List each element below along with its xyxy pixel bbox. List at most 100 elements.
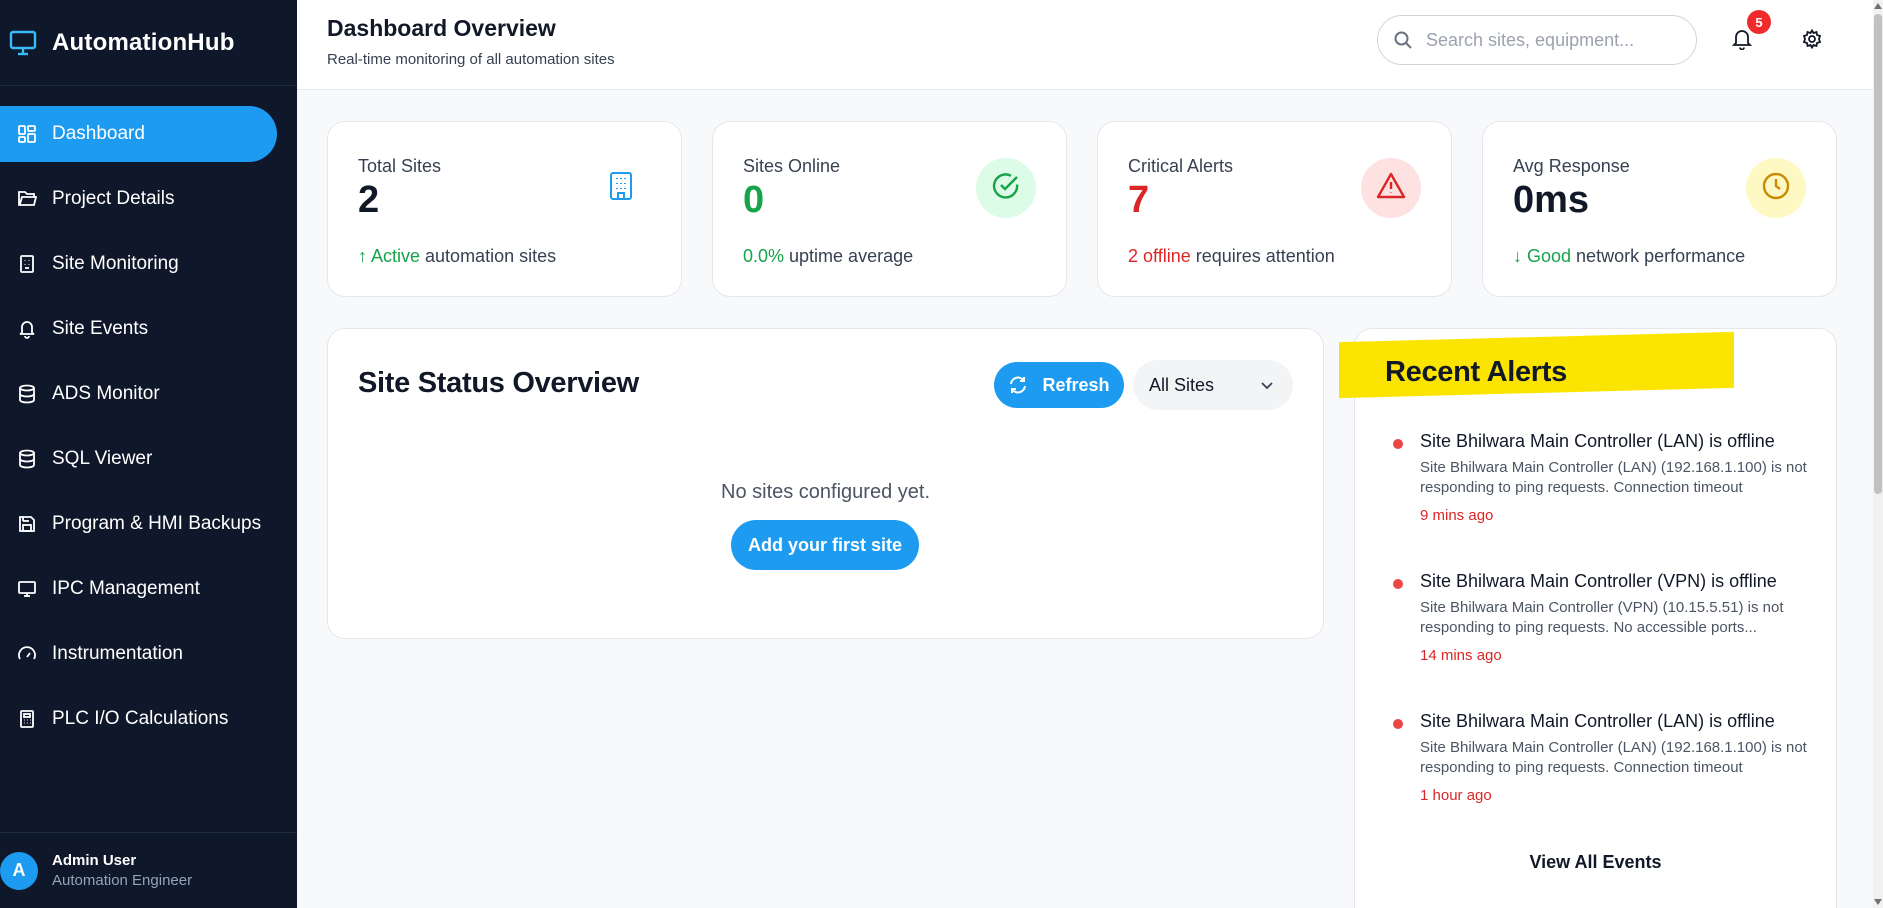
stat-card-avg-response: Avg Response 0ms ↓ Good network performa… — [1482, 121, 1837, 297]
app-name: AutomationHub — [52, 28, 235, 56]
brand[interactable]: AutomationHub — [0, 0, 297, 86]
search-input[interactable] — [1426, 29, 1666, 51]
alert-time: 14 mins ago — [1420, 647, 1502, 664]
avatar: A — [0, 851, 38, 890]
stat-value: 7 — [1128, 179, 1150, 221]
save-icon — [16, 513, 38, 535]
sidebar-item-label: ADS Monitor — [52, 383, 160, 404]
sidebar-item-ipc-management[interactable]: IPC Management — [0, 561, 277, 617]
sidebar-item-label: Project Details — [52, 188, 175, 209]
stat-label: Sites Online — [743, 156, 841, 176]
stat-icon-box — [1361, 158, 1421, 218]
stat-accent: ↓ Good — [1513, 246, 1572, 266]
dashboard-icon — [16, 123, 38, 145]
sidebar-item-label: Program & HMI Backups — [52, 513, 262, 534]
sidebar-item-dashboard[interactable]: Dashboard — [0, 106, 277, 162]
alert-status-dot — [1393, 719, 1403, 729]
alert-title: Site Bhilwara Main Controller (LAN) is o… — [1420, 431, 1775, 451]
site-filter-select[interactable]: All Sites — [1133, 360, 1293, 410]
alert-status-dot — [1393, 439, 1403, 449]
sidebar-item-site-events[interactable]: Site Events — [0, 301, 277, 357]
refresh-button[interactable]: Refresh — [994, 362, 1124, 408]
stat-footnote-text: requires attention — [1190, 246, 1335, 266]
gear-icon — [1802, 28, 1822, 54]
stat-accent: 2 offline — [1128, 246, 1191, 266]
bell-icon — [1731, 28, 1753, 55]
chevron-down-icon — [1259, 377, 1275, 393]
alert-time: 1 hour ago — [1420, 787, 1492, 804]
sidebar-item-project-details[interactable]: Project Details — [0, 171, 277, 227]
gauge-icon — [16, 643, 38, 665]
sidebar-item-label: Site Events — [52, 318, 149, 339]
stat-footnote-text: network performance — [1571, 246, 1746, 266]
stat-icon-box — [591, 158, 651, 218]
settings-button[interactable] — [1797, 26, 1827, 56]
stat-value: 2 — [358, 179, 380, 221]
folder-icon — [16, 188, 38, 210]
site-status-title: Site Status Overview — [358, 367, 639, 399]
sidebar-item-instrumentation[interactable]: Instrumentation — [0, 626, 277, 682]
bell-icon — [16, 318, 38, 340]
stat-value: 0 — [743, 179, 765, 221]
database-icon — [16, 383, 38, 405]
sidebar-item-label: SQL Viewer — [52, 448, 153, 469]
stat-footnote: 2 offline requires attention — [1128, 246, 1335, 267]
site-filter-value: All Sites — [1149, 374, 1215, 395]
alert-time: 9 mins ago — [1420, 507, 1494, 524]
stat-footnote: ↓ Good network performance — [1513, 246, 1745, 267]
user-role: Automation Engineer — [52, 872, 193, 889]
empty-state-text: No sites configured yet. — [721, 481, 930, 503]
clock-icon — [1761, 171, 1791, 206]
stat-icon-box — [1746, 158, 1806, 218]
scroll-up-arrow[interactable] — [1874, 3, 1882, 9]
sidebar-item-program-hmi-backups[interactable]: Program & HMI Backups — [0, 496, 277, 552]
sidebar-item-label: PLC I/O Calculations — [52, 708, 229, 729]
refresh-label: Refresh — [1042, 374, 1110, 395]
sidebar-item-sql-viewer[interactable]: SQL Viewer — [0, 431, 277, 487]
search-box[interactable] — [1377, 15, 1697, 65]
stat-accent: 0.0% — [743, 246, 785, 266]
stat-card-total-sites: Total Sites 2 ↑ Active automation sites — [327, 121, 682, 297]
sidebar-item-plc-io-calculations[interactable]: PLC I/O Calculations — [0, 691, 277, 747]
alert-description: Site Bhilwara Main Controller (LAN) (192… — [1420, 739, 1807, 776]
stat-accent: ↑ Active — [358, 246, 421, 266]
page-subtitle: Real-time monitoring of all automation s… — [327, 51, 615, 68]
site-status-panel: Site Status Overview Refresh All Sites N… — [327, 328, 1324, 639]
alert-title: Site Bhilwara Main Controller (VPN) is o… — [1420, 571, 1777, 591]
monitor-icon — [16, 578, 38, 600]
scroll-down-arrow[interactable] — [1874, 899, 1882, 905]
user-name: Admin User — [52, 852, 137, 869]
stat-footnote: ↑ Active automation sites — [358, 246, 556, 267]
sidebar-item-label: Site Monitoring — [52, 253, 179, 274]
alert-description: Site Bhilwara Main Controller (LAN) (192… — [1420, 459, 1807, 496]
alerts-title: Recent Alerts — [1385, 356, 1567, 388]
warning-icon — [1376, 172, 1406, 205]
check-circle-icon — [991, 171, 1021, 206]
user-profile[interactable]: A Admin User Automation Engineer — [0, 832, 297, 908]
alert-description: Site Bhilwara Main Controller (VPN) (10.… — [1420, 599, 1784, 636]
page-title: Dashboard Overview — [327, 15, 556, 41]
stat-footnote-text: automation sites — [420, 246, 557, 266]
refresh-icon — [1008, 375, 1028, 395]
page-scrollbar[interactable] — [1873, 0, 1883, 908]
top-header: Dashboard Overview Real-time monitoring … — [297, 0, 1873, 90]
monitor-icon — [8, 28, 38, 58]
scrollbar-thumb[interactable] — [1874, 14, 1882, 494]
stat-value: 0ms — [1513, 179, 1590, 221]
add-site-button[interactable]: Add your first site — [731, 520, 919, 570]
sidebar-item-label: Dashboard — [52, 123, 145, 144]
search-icon — [1392, 29, 1414, 51]
sidebar-item-label: IPC Management — [52, 578, 200, 599]
sidebar-item-label: Instrumentation — [52, 643, 183, 664]
view-all-events-link[interactable]: View All Events — [1358, 852, 1833, 873]
stat-card-critical-alerts: Critical Alerts 7 2 offline requires att… — [1097, 121, 1452, 297]
building-icon — [16, 253, 38, 275]
stat-label: Critical Alerts — [1128, 156, 1234, 176]
stat-footnote: 0.0% uptime average — [743, 246, 913, 267]
stat-card-sites-online: Sites Online 0 0.0% uptime average — [712, 121, 1067, 297]
alert-status-dot — [1393, 579, 1403, 589]
stat-label: Avg Response — [1513, 156, 1630, 176]
sidebar-item-ads-monitor[interactable]: ADS Monitor — [0, 366, 277, 422]
notification-badge: 5 — [1747, 10, 1771, 34]
sidebar-item-site-monitoring[interactable]: Site Monitoring — [0, 236, 277, 292]
